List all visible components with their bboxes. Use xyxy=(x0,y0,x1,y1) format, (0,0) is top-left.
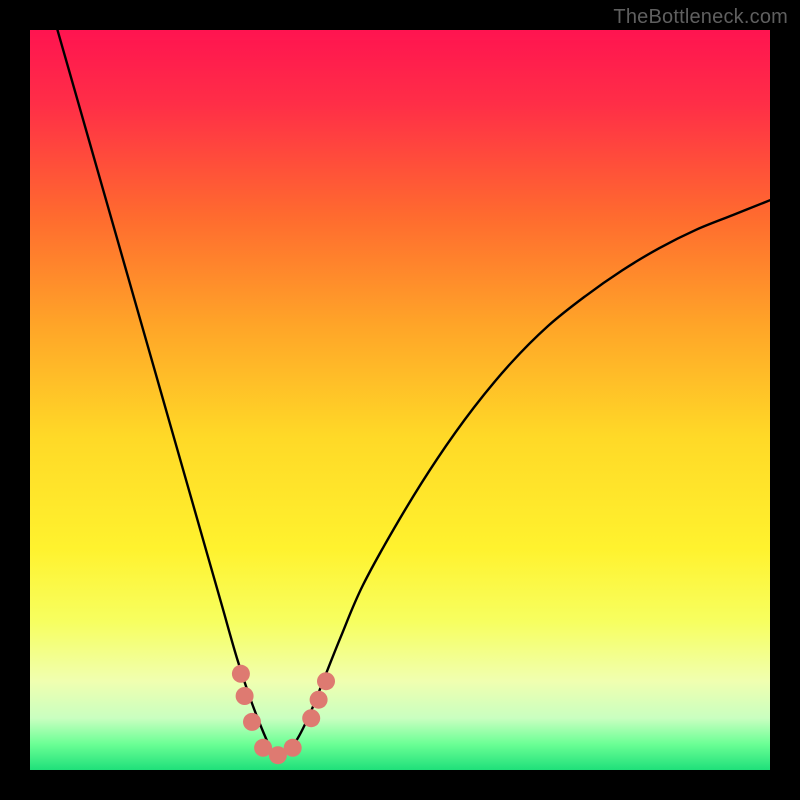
plot-area xyxy=(30,30,770,770)
watermark-text: TheBottleneck.com xyxy=(613,6,788,29)
chart-stage: TheBottleneck.com xyxy=(0,0,800,800)
gradient-background xyxy=(30,30,770,770)
